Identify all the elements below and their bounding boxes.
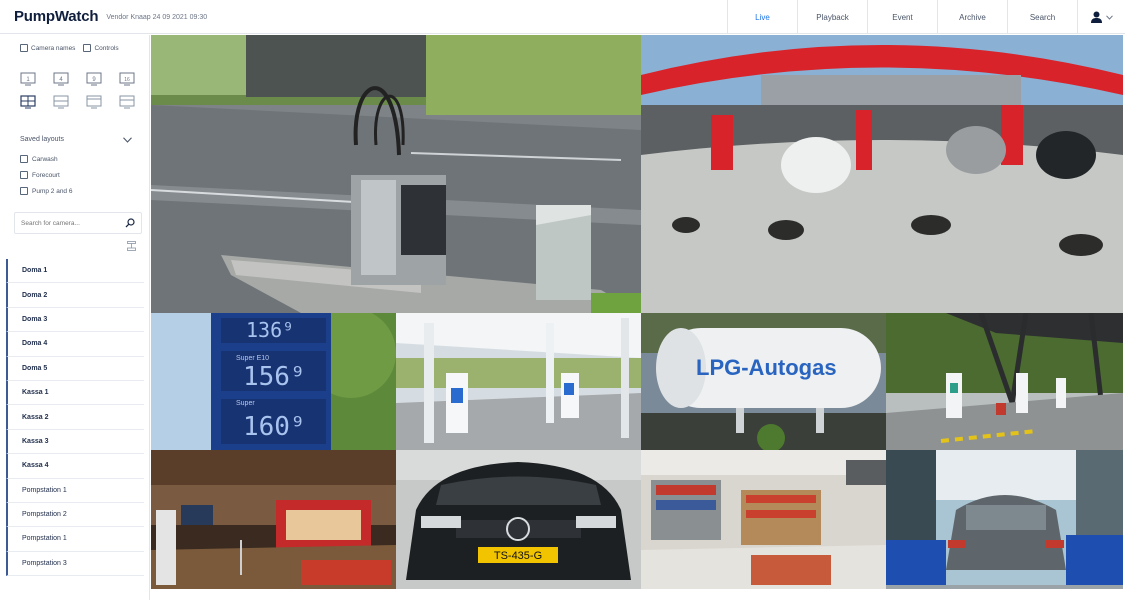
svg-text:4: 4 [59,77,63,83]
saved-layouts-list: Carwash Forecourt Pump 2 and 6 [20,151,72,199]
saved-layout-label: Pump 2 and 6 [32,187,73,195]
svg-text:16: 16 [124,77,130,83]
checkbox-box[interactable] [20,187,28,195]
layout-1x1-icon[interactable]: 1 [20,72,36,86]
saved-layouts-label: Saved layouts [20,136,64,143]
chevron-down-icon [1106,14,1113,20]
display-options: Camera names Controls [20,44,119,52]
tab-search[interactable]: Search [1007,0,1077,34]
svg-text:160⁹: 160⁹ [243,412,306,442]
list-item[interactable]: Doma 3 [6,307,144,333]
video-tile-vehicle-plate[interactable]: TS-435-G [396,450,641,589]
video-tile-lpg-tank[interactable]: LPG-Autogas [641,313,886,450]
layout-16-icon[interactable]: 16 [119,72,135,86]
list-item[interactable]: Doma 2 [6,283,144,308]
saved-layout-item[interactable]: Carwash [20,151,72,167]
list-item[interactable]: Kassa 4 [6,454,144,479]
checkbox-box[interactable] [20,171,28,179]
layout-picker: 1 4 9 16 [20,72,141,109]
video-tile-forecourt[interactable] [641,35,1123,313]
layout-wide-icon[interactable] [119,95,135,109]
list-item[interactable]: Doma 4 [6,332,144,357]
site-info: Vendor Knaap 24 09 2021 09:30 [106,14,208,21]
list-item[interactable]: Pompstation 2 [6,502,144,528]
user-icon [1091,11,1102,23]
svg-text:LPG-Autogas: LPG-Autogas [696,355,837,380]
checkbox-label: Controls [94,44,119,52]
list-item[interactable]: Pompstation 1 [6,527,144,552]
tab-archive[interactable]: Archive [937,0,1007,34]
saved-layouts-toggle[interactable]: Saved layouts [20,136,132,143]
checkbox-box[interactable] [20,155,28,163]
video-wall: Super E10 Super 136⁹ 156⁹ 160⁹ LPG-Autog… [151,35,1123,589]
controls-checkbox[interactable]: Controls [83,44,119,52]
search-input[interactable] [21,219,111,227]
layout-split-icon[interactable] [86,95,102,109]
layout-1plus5-icon[interactable] [20,95,36,109]
svg-text:Super E10: Super E10 [236,355,269,362]
app-logo: PumpWatch [14,8,99,25]
checkbox-box[interactable] [83,44,92,52]
list-item[interactable]: Kassa 3 [6,429,144,455]
svg-text:TS-435-G: TS-435-G [494,550,542,562]
saved-layout-label: Forecourt [32,171,60,179]
video-tile-car-wash[interactable] [886,450,1123,589]
svg-text:136⁹: 136⁹ [246,318,294,342]
list-item[interactable]: Doma 1 [6,259,144,284]
saved-layout-item[interactable]: Pump 2 and 6 [20,183,72,199]
layout-4-icon[interactable]: 4 [53,72,69,86]
main-nav: Live Playback Event Archive Search [727,0,1125,34]
layout-9-icon[interactable]: 9 [86,72,102,86]
list-item[interactable]: Doma 5 [6,356,144,381]
top-bar: PumpWatch Vendor Knaap 24 09 2021 09:30 … [0,0,1125,34]
list-item[interactable]: Kassa 2 [6,405,144,430]
search-icon[interactable] [125,218,135,228]
user-menu[interactable] [1077,0,1125,34]
svg-text:1: 1 [26,77,30,83]
video-tile-shop-interior[interactable] [151,450,396,589]
camera-list: Doma 1 Doma 2 Doma 3 Doma 4 Doma 5 Kassa… [6,259,144,577]
svg-text:9: 9 [92,77,96,83]
checkbox-label: Camera names [31,44,76,52]
svg-text:156⁹: 156⁹ [243,362,306,392]
saved-layout-item[interactable]: Forecourt [20,167,72,183]
tab-playback[interactable]: Playback [797,0,867,34]
tab-event[interactable]: Event [867,0,937,34]
svg-text:Super: Super [236,400,255,407]
camera-names-checkbox[interactable]: Camera names [20,44,75,52]
video-tile-convenience-store[interactable] [641,450,886,589]
tree-view-icon[interactable] [127,241,136,251]
tab-live[interactable]: Live [727,0,797,34]
list-item[interactable]: Pompstation 3 [6,551,144,577]
checkbox-box[interactable] [20,44,28,52]
camera-search [14,212,142,234]
video-tile-ev-charger[interactable] [151,35,641,313]
saved-layout-label: Carwash [32,155,58,163]
video-tile-price-sign[interactable]: Super E10 Super 136⁹ 156⁹ 160⁹ [151,313,396,450]
list-item[interactable]: Kassa 1 [6,380,144,406]
layout-2x2-icon[interactable] [53,95,69,109]
video-tile-ev-canopy[interactable] [886,313,1123,450]
chevron-down-icon [123,136,132,143]
list-item[interactable]: Pompstation 1 [6,478,144,503]
video-tile-pump-island[interactable] [396,313,641,450]
